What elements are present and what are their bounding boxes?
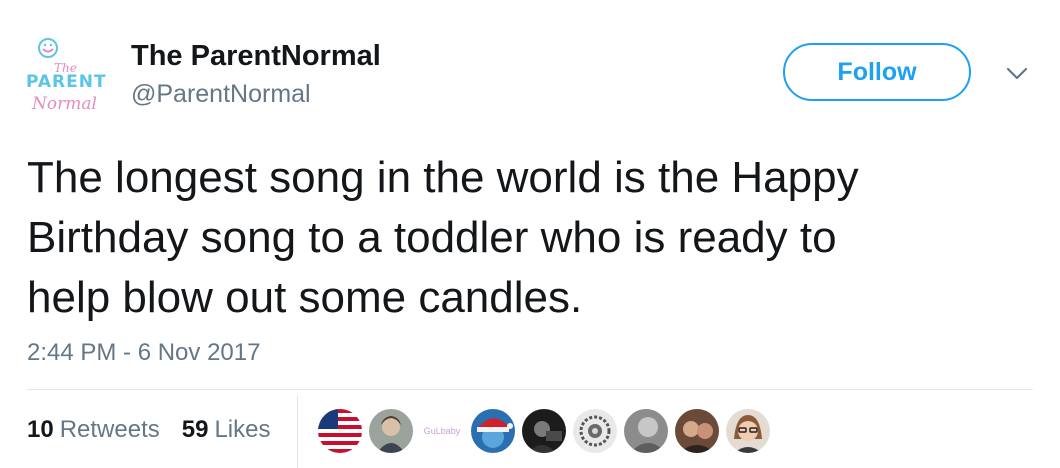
user-avatar[interactable] bbox=[369, 409, 413, 453]
parentnormal-logo-icon: The PARENT Normal bbox=[26, 38, 107, 114]
retweets-stat[interactable]: 10 Retweets bbox=[27, 416, 160, 444]
tweet-stats: 10 Retweets 59 Likes bbox=[27, 412, 292, 448]
user-avatar[interactable] bbox=[573, 409, 617, 453]
profile-avatar[interactable]: The PARENT Normal bbox=[22, 34, 114, 118]
us-flag-avatar[interactable] bbox=[318, 409, 362, 453]
stats-separator bbox=[297, 396, 298, 468]
text-avatar-label: GuLbaby bbox=[423, 426, 461, 436]
user-avatar[interactable] bbox=[726, 409, 770, 453]
tweet-menu-button[interactable] bbox=[1003, 62, 1031, 86]
tweet-timestamp[interactable]: 2:44 PM - 6 Nov 2017 bbox=[27, 337, 260, 369]
likes-label: Likes bbox=[214, 416, 271, 443]
likes-count: 59 bbox=[181, 416, 209, 443]
tweet-text-line: help blow out some candles. bbox=[27, 273, 583, 322]
tweet-text-line: Birthday song to a toddler who is ready … bbox=[27, 213, 837, 262]
user-avatar[interactable] bbox=[675, 409, 719, 453]
liker-avatars: GuLbaby bbox=[318, 407, 777, 455]
text-avatar[interactable]: GuLbaby bbox=[420, 409, 464, 453]
user-avatar[interactable] bbox=[624, 409, 668, 453]
follow-button[interactable]: Follow bbox=[783, 43, 971, 101]
santa-hat-avatar[interactable] bbox=[471, 409, 515, 453]
tweet-card: The PARENT Normal The ParentNormal @Pare… bbox=[0, 0, 1060, 468]
user-handle[interactable]: @ParentNormal bbox=[131, 78, 311, 110]
likes-stat[interactable]: 59 Likes bbox=[182, 416, 271, 444]
retweets-label: Retweets bbox=[59, 416, 160, 443]
divider bbox=[27, 389, 1033, 390]
user-display-name[interactable]: The ParentNormal bbox=[131, 38, 381, 74]
logo-text-parent: PARENT bbox=[26, 72, 107, 92]
user-avatar[interactable] bbox=[522, 409, 566, 453]
chevron-down-icon bbox=[1006, 67, 1028, 80]
tweet-text-line: The longest song in the world is the Hap… bbox=[27, 153, 859, 202]
retweets-count: 10 bbox=[27, 416, 54, 443]
logo-text-normal: Normal bbox=[31, 94, 97, 114]
tweet-text: The longest song in the world is the Hap… bbox=[27, 148, 1037, 328]
